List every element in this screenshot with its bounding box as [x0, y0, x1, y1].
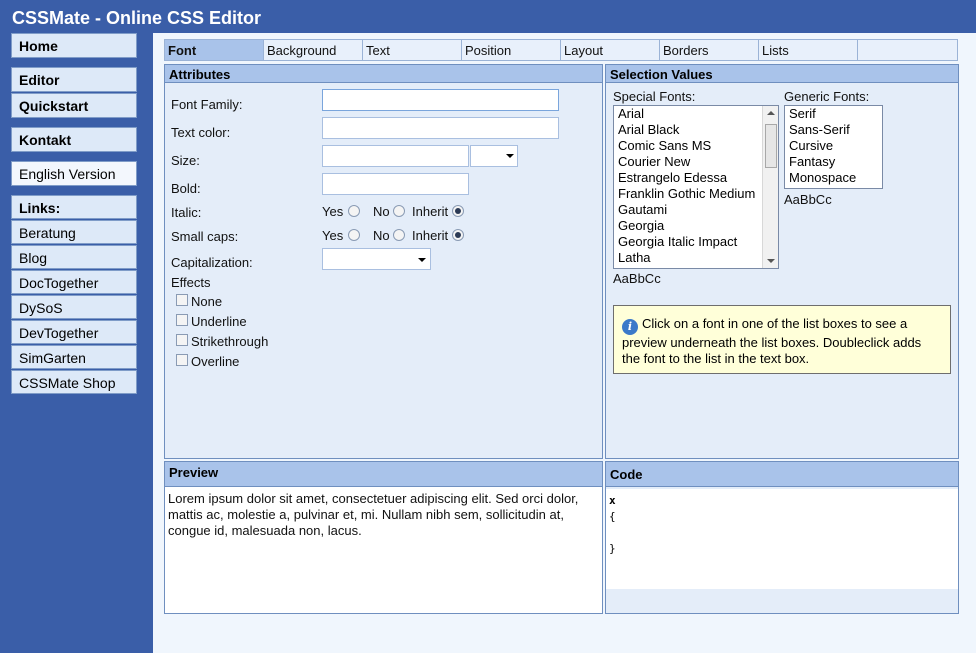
tab-text[interactable]: Text	[363, 40, 462, 60]
code-line: {	[609, 510, 616, 523]
info-box: i Click on a font in one of the list boxe…	[613, 305, 951, 374]
code-heading: Code	[606, 462, 958, 487]
list-item[interactable]: Estrangelo Edessa	[614, 170, 778, 186]
list-item[interactable]: Georgia Italic Impact	[614, 234, 778, 250]
text-color-label: Text color:	[171, 125, 231, 140]
effect-strikethrough-label: Strikethrough	[191, 334, 269, 349]
italic-label: Italic:	[171, 205, 202, 220]
effect-overline-checkbox[interactable]	[176, 354, 188, 366]
special-fonts-listbox[interactable]: Arial Arial Black Comic Sans MS Courier …	[613, 105, 779, 269]
list-item[interactable]: Serif	[785, 106, 882, 122]
effect-none-checkbox[interactable]	[176, 294, 188, 306]
sidebar-item-home[interactable]: Home	[11, 33, 137, 58]
list-item[interactable]: Monospace	[785, 170, 882, 186]
list-item[interactable]: Arial	[614, 106, 778, 122]
scroll-up-icon[interactable]	[767, 111, 775, 115]
generic-fonts-listbox[interactable]: Serif Sans-Serif Cursive Fantasy Monospa…	[784, 105, 883, 189]
small-caps-yes-label: Yes	[322, 228, 344, 243]
effect-underline-label: Underline	[191, 314, 247, 329]
generic-fonts-label: Generic Fonts:	[784, 89, 870, 104]
list-item[interactable]: Franklin Gothic Medium	[614, 186, 778, 202]
special-fonts-scrollbar[interactable]	[762, 106, 778, 268]
code-line: x	[609, 494, 616, 507]
sidebar-item-english-version[interactable]: English Version	[11, 161, 137, 186]
list-item[interactable]: Arial Black	[614, 122, 778, 138]
sidebar-item-beratung[interactable]: Beratung	[11, 220, 137, 244]
app-title: CSSMate - Online CSS Editor	[0, 0, 976, 33]
bold-label: Bold:	[171, 181, 201, 196]
scrollbar-thumb[interactable]	[765, 124, 777, 168]
effect-underline-checkbox[interactable]	[176, 314, 188, 326]
list-item[interactable]: Cursive	[785, 138, 882, 154]
size-label: Size:	[171, 153, 200, 168]
chevron-down-icon	[418, 258, 426, 262]
tab-lists[interactable]: Lists	[759, 40, 858, 60]
small-caps-no-radio[interactable]	[393, 229, 405, 241]
sidebar-item-kontakt[interactable]: Kontakt	[11, 127, 137, 152]
scroll-down-icon[interactable]	[767, 259, 775, 263]
italic-yes-label: Yes	[322, 204, 344, 219]
special-fonts-label: Special Fonts:	[613, 89, 696, 104]
list-item[interactable]: Fantasy	[785, 154, 882, 170]
tab-background[interactable]: Background	[264, 40, 363, 60]
tab-bar: Font Background Text Position Layout Bor…	[164, 39, 958, 61]
list-item[interactable]: Georgia	[614, 218, 778, 234]
text-color-input[interactable]	[322, 117, 559, 139]
font-family-input[interactable]	[322, 89, 559, 111]
chevron-down-icon	[506, 154, 514, 158]
italic-yes-radio[interactable]	[348, 205, 360, 217]
list-item[interactable]: Courier New	[614, 154, 778, 170]
effect-strikethrough-checkbox[interactable]	[176, 334, 188, 346]
sidebar-item-dysos[interactable]: DySoS	[11, 295, 137, 319]
generic-font-preview: AaBbCc	[784, 192, 832, 207]
list-item[interactable]: Sans-Serif	[785, 122, 882, 138]
sidebar-item-simgarten[interactable]: SimGarten	[11, 345, 137, 369]
small-caps-yes-radio[interactable]	[348, 229, 360, 241]
selection-values-heading: Selection Values	[606, 65, 958, 83]
capitalization-label: Capitalization:	[171, 255, 253, 270]
sidebar-item-editor[interactable]: Editor	[11, 67, 137, 92]
list-item[interactable]: Comic Sans MS	[614, 138, 778, 154]
italic-inherit-radio[interactable]	[452, 205, 464, 217]
list-item[interactable]: Latha	[614, 250, 778, 266]
sidebar-item-devtogether[interactable]: DevTogether	[11, 320, 137, 344]
tab-font[interactable]: Font	[165, 40, 264, 60]
sidebar-item-blog[interactable]: Blog	[11, 245, 137, 269]
sidebar-item-cssmate-shop[interactable]: CSSMate Shop	[11, 370, 137, 394]
preview-heading: Preview	[165, 462, 602, 487]
small-caps-no-label: No	[373, 228, 390, 243]
tab-spacer	[858, 40, 957, 60]
capitalization-select[interactable]	[322, 248, 431, 270]
size-input[interactable]	[322, 145, 469, 167]
small-caps-label: Small caps:	[171, 229, 239, 244]
tab-borders[interactable]: Borders	[660, 40, 759, 60]
small-caps-inherit-radio[interactable]	[452, 229, 464, 241]
font-family-label: Font Family:	[171, 97, 243, 112]
special-font-preview: AaBbCc	[613, 271, 661, 286]
list-item[interactable]: Gautami	[614, 202, 778, 218]
preview-text: Lorem ipsum dolor sit amet, consectetuer…	[168, 491, 579, 538]
info-text: Click on a font in one of the list boxes…	[622, 316, 922, 366]
effects-label: Effects	[171, 275, 211, 290]
tab-layout[interactable]: Layout	[561, 40, 660, 60]
italic-no-radio[interactable]	[393, 205, 405, 217]
code-line: }	[609, 542, 616, 555]
italic-inherit-label: Inherit	[412, 204, 449, 219]
sidebar-links-heading: Links:	[11, 195, 137, 219]
sidebar-item-quickstart[interactable]: Quickstart	[11, 93, 137, 118]
italic-no-label: No	[373, 204, 390, 219]
tab-position[interactable]: Position	[462, 40, 561, 60]
info-icon: i	[622, 319, 638, 335]
attributes-heading: Attributes	[165, 65, 602, 83]
effect-none-label: None	[191, 294, 223, 309]
code-textarea[interactable]	[606, 489, 958, 589]
sidebar-item-doctogether[interactable]: DocTogether	[11, 270, 137, 294]
effect-overline-label: Overline	[191, 354, 240, 369]
bold-input[interactable]	[322, 173, 469, 195]
small-caps-inherit-label: Inherit	[412, 228, 449, 243]
